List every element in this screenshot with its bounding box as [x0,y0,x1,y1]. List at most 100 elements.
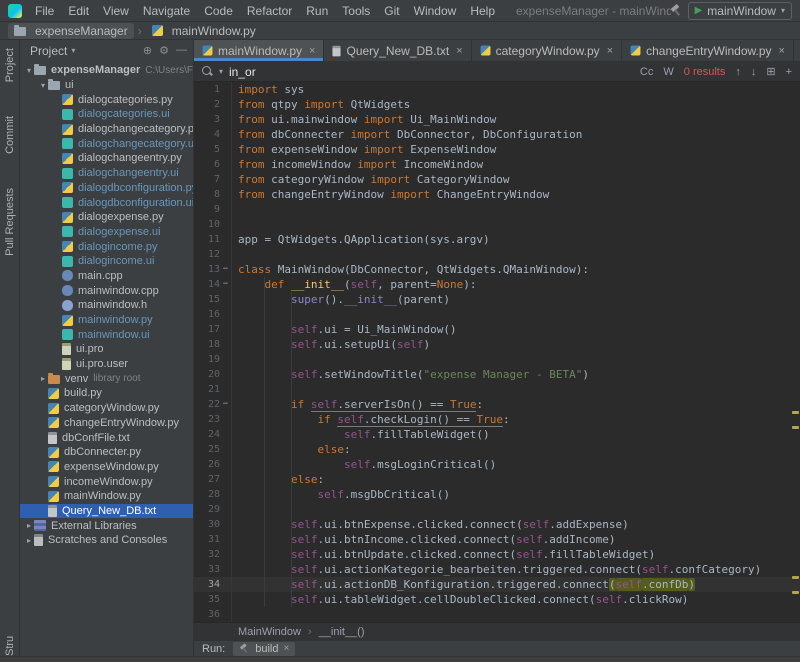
menu-item-help[interactable]: Help [463,2,502,20]
next-match-icon[interactable]: ↓ [751,66,757,78]
tree-item[interactable]: main.cpp [20,269,193,284]
line-number[interactable]: 35 [194,592,220,607]
code-line[interactable]: 35 self.ui.tableWidget.cellDoubleClicked… [194,592,800,607]
line-number[interactable]: 15 [194,292,220,307]
line-number[interactable]: 18 [194,337,220,352]
editor-tab[interactable]: changeEntryWindow.py× [622,40,794,61]
menu-item-refactor[interactable]: Refactor [240,2,299,20]
code-line[interactable]: 22− if self.serverIsOn() == True: [194,397,800,412]
tree-item[interactable]: mainwindow.h [20,298,193,313]
menu-item-git[interactable]: Git [377,2,406,20]
hide-panel-icon[interactable] [176,44,187,57]
tree-item[interactable]: categoryWindow.py [20,401,193,416]
tree-item[interactable]: mainwindow.py [20,313,193,328]
close-tab-icon[interactable]: × [456,45,462,57]
breadcrumb-class[interactable]: MainWindow [238,626,301,638]
tree-item[interactable]: dialogexpense.py [20,210,193,225]
tree-item[interactable]: expenseWindow.py [20,460,193,475]
menu-item-file[interactable]: File [28,2,61,20]
menu-item-edit[interactable]: Edit [61,2,96,20]
tree-item[interactable]: ui.pro.user [20,357,193,372]
add-search-field-icon[interactable]: + [786,66,792,78]
line-number[interactable]: 17 [194,322,220,337]
close-tab-icon[interactable]: × [607,45,613,57]
line-number[interactable]: 5 [194,142,220,157]
line-number[interactable]: 31 [194,532,220,547]
warning-mark[interactable] [792,576,799,579]
code-line[interactable]: 24 self.fillTableWidget() [194,427,800,442]
code-line[interactable]: 1import sys [194,82,800,97]
code-line[interactable]: 8from changeEntryWindow import ChangeEnt… [194,187,800,202]
line-number[interactable]: 28 [194,487,220,502]
line-number[interactable]: 6 [194,157,220,172]
line-number[interactable]: 7 [194,172,220,187]
close-tab-icon[interactable]: × [309,45,315,57]
editor-tab[interactable]: mainWindow.py× [194,40,324,61]
settings-gear-icon[interactable] [159,44,169,57]
search-history-icon[interactable]: ▾ [219,67,223,76]
line-number[interactable]: 36 [194,607,220,622]
code-line[interactable]: 28 self.msgDbCritical() [194,487,800,502]
tree-item[interactable]: ▸External Libraries [20,518,193,533]
code-line[interactable]: 26 self.msgLoginCritical() [194,457,800,472]
code-line[interactable]: 2from qtpy import QtWidgets [194,97,800,112]
tree-item[interactable]: dialogchangecategory.ui [20,136,193,151]
build-icon[interactable] [671,5,682,16]
tool-window-button-project[interactable]: Project [4,48,16,82]
tree-item[interactable]: ▸Scratches and Consoles [20,533,193,548]
menu-item-window[interactable]: Window [407,2,464,20]
tree-item[interactable]: dbConnecter.py [20,445,193,460]
tree-collapse-arrow[interactable]: ▾ [38,81,48,90]
code-line[interactable]: 33 self.ui.actionKategorie_bearbeiten.tr… [194,562,800,577]
code-line[interactable]: 4from dbConnecter import DbConnector, Db… [194,127,800,142]
code-editor[interactable]: 1import sys2from qtpy import QtWidgets3f… [194,82,800,622]
menu-item-tools[interactable]: Tools [335,2,377,20]
code-line[interactable]: 20 self.setWindowTitle("expense Manager … [194,367,800,382]
line-number[interactable]: 2 [194,97,220,112]
code-line[interactable]: 19 [194,352,800,367]
tree-expand-arrow[interactable]: ▸ [24,521,34,530]
editor-tab[interactable]: categoryWindow.py× [472,40,623,61]
code-line[interactable]: 21 [194,382,800,397]
tree-item[interactable]: dialogcategories.ui [20,107,193,122]
line-number[interactable]: 25 [194,442,220,457]
line-number[interactable]: 10 [194,217,220,232]
tree-item[interactable]: ▸venvlibrary root [20,371,193,386]
tree-item[interactable]: dbConfFile.txt [20,430,193,445]
project-view-selector[interactable]: Project [30,44,67,58]
editor-tab[interactable]: expenseWindow.py× [794,40,800,61]
locate-file-icon[interactable] [143,44,152,57]
warning-mark[interactable] [792,426,799,429]
code-line[interactable]: 6from incomeWindow import IncomeWindow [194,157,800,172]
code-line[interactable]: 36 [194,607,800,622]
tree-expand-arrow[interactable]: ▸ [24,536,34,545]
warning-mark[interactable] [792,591,799,594]
code-line[interactable]: 14− def __init__(self, parent=None): [194,277,800,292]
line-number[interactable]: 3 [194,112,220,127]
code-line[interactable]: 31 self.ui.btnIncome.clicked.connect(sel… [194,532,800,547]
line-number[interactable]: 12 [194,247,220,262]
previous-match-icon[interactable]: ↑ [735,66,741,78]
code-line[interactable]: 23 if self.checkLogin() == True: [194,412,800,427]
line-number[interactable]: 30 [194,517,220,532]
run-tab-build[interactable]: build × [233,642,295,656]
line-number[interactable]: 19 [194,352,220,367]
tree-item[interactable]: ui.pro [20,342,193,357]
line-number[interactable]: 27 [194,472,220,487]
line-number[interactable]: 20 [194,367,220,382]
line-number[interactable]: 13 [194,262,220,277]
line-number[interactable]: 34 [194,577,220,592]
tree-expand-arrow[interactable]: ▸ [38,374,48,383]
tree-item[interactable]: dialogdbconfiguration.py [20,181,193,196]
line-number[interactable]: 4 [194,127,220,142]
line-number[interactable]: 9 [194,202,220,217]
breadcrumb-method[interactable]: __init__() [319,626,365,638]
code-line[interactable]: 29 [194,502,800,517]
line-number[interactable]: 14 [194,277,220,292]
code-line[interactable]: 25 else: [194,442,800,457]
breadcrumb-file[interactable]: mainWindow.py [146,23,262,39]
tree-item[interactable]: build.py [20,386,193,401]
match-case-toggle[interactable]: Cc [640,66,653,78]
line-number[interactable]: 29 [194,502,220,517]
code-line[interactable]: 11app = QtWidgets.QApplication(sys.argv) [194,232,800,247]
